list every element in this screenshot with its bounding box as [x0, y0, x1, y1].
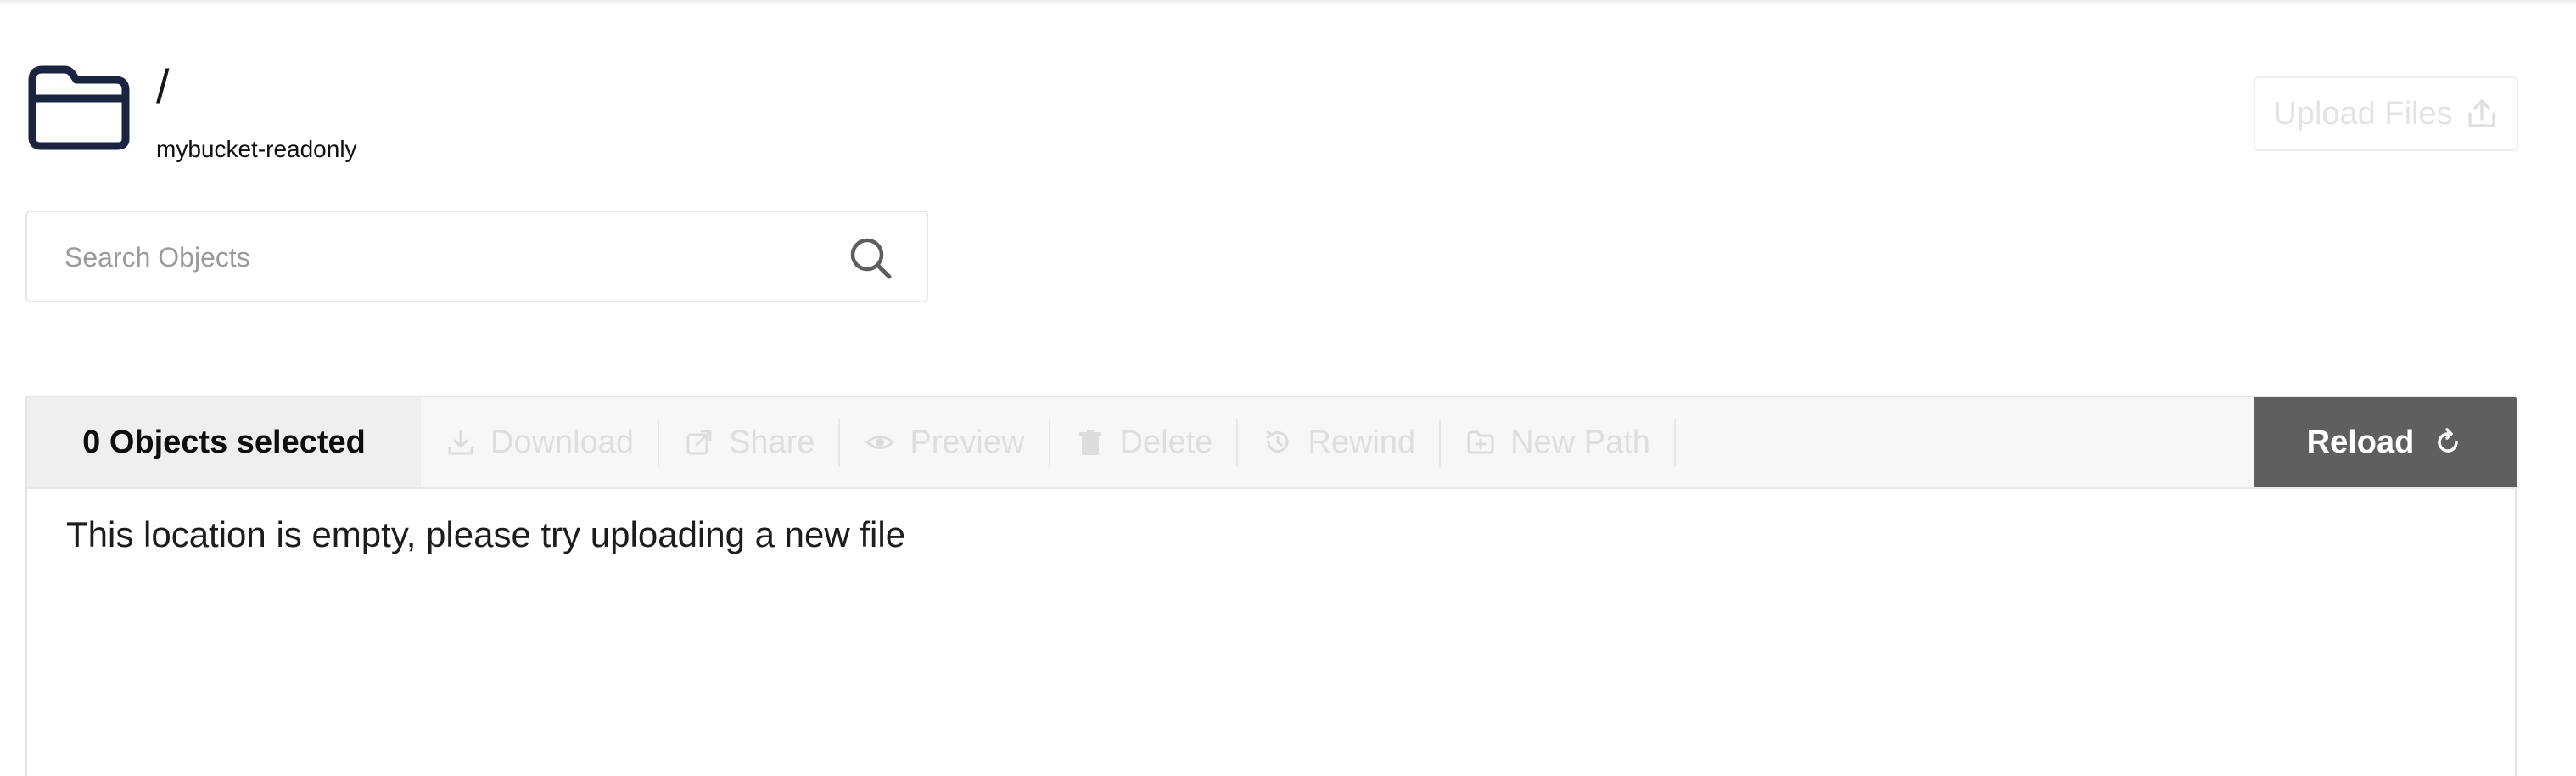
download-label: Download: [490, 424, 634, 460]
new-path-button[interactable]: New Path: [1441, 397, 1676, 487]
trash-icon: [1078, 430, 1101, 455]
selected-objects-count: 0 Objects selected: [27, 397, 421, 487]
upload-files-button[interactable]: Upload Files: [2254, 76, 2518, 151]
empty-location-message: This location is empty, please try uploa…: [66, 515, 906, 554]
share-icon: [686, 430, 712, 455]
folder-icon: [28, 65, 130, 150]
search-input[interactable]: [64, 238, 828, 277]
refresh-icon: [2438, 428, 2459, 453]
search-box: [25, 211, 928, 302]
reload-label: Reload: [2306, 424, 2415, 460]
download-button[interactable]: Download: [421, 397, 659, 487]
search-icon[interactable]: [847, 234, 894, 282]
object-browser-page: / mybucket-readonly Upload Files 0 Objec…: [0, 0, 2576, 776]
reload-button[interactable]: Reload: [2254, 397, 2517, 487]
upload-files-label: Upload Files: [2273, 95, 2453, 132]
delete-label: Delete: [1119, 424, 1213, 460]
download-icon: [448, 430, 473, 455]
rewind-label: Rewind: [1308, 424, 1416, 460]
toolbar-actions: Download Share Preview Delete Rewind New…: [421, 397, 1676, 487]
objects-toolbar: 0 Objects selected Download Share Previe…: [27, 397, 2517, 489]
rewind-icon: [1266, 430, 1289, 453]
delete-button[interactable]: Delete: [1050, 397, 1239, 487]
current-path: /: [156, 59, 170, 113]
share-label: Share: [729, 424, 815, 460]
preview-button[interactable]: Preview: [840, 397, 1050, 487]
preview-label: Preview: [910, 424, 1025, 460]
upload-icon: [2467, 99, 2495, 127]
rewind-button[interactable]: Rewind: [1238, 397, 1441, 487]
bucket-name: mybucket-readonly: [156, 136, 357, 162]
new-path-label: New Path: [1510, 424, 1650, 460]
top-divider: [0, 0, 2576, 5]
objects-panel: 0 Objects selected Download Share Previe…: [25, 396, 2517, 776]
share-button[interactable]: Share: [659, 397, 841, 487]
new-folder-icon: [1467, 430, 1494, 454]
eye-icon: [865, 436, 895, 449]
